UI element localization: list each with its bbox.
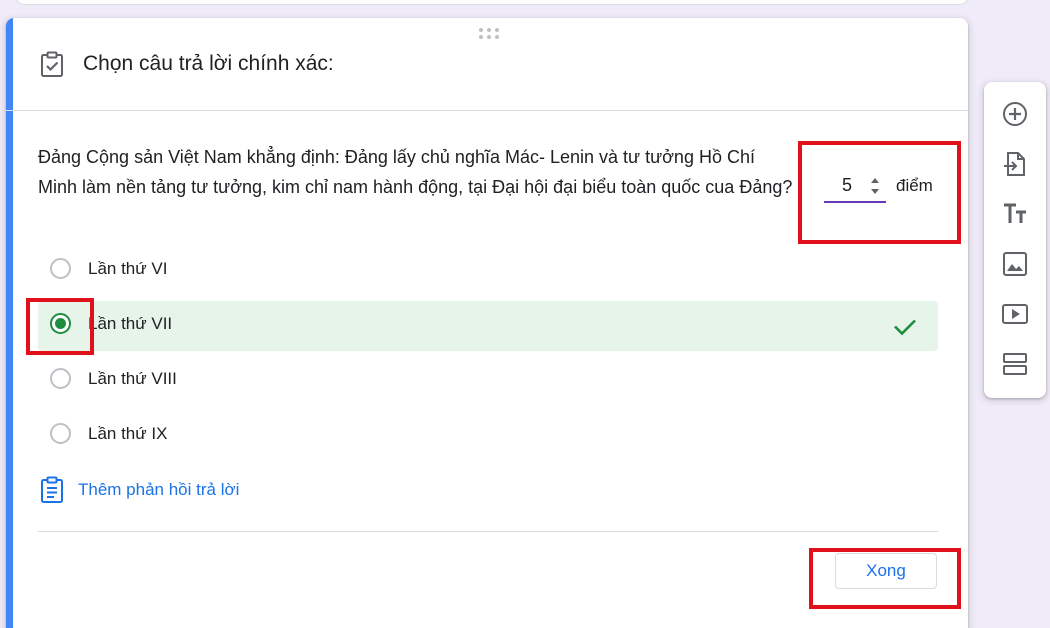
answer-option-correct[interactable]: Lần thứ VII: [38, 301, 938, 351]
import-questions-icon[interactable]: [1001, 150, 1029, 178]
add-section-icon[interactable]: [1001, 350, 1029, 378]
feedback-clipboard-icon: [41, 476, 63, 503]
add-video-icon[interactable]: [1001, 300, 1029, 328]
answer-option[interactable]: Lần thứ VIII: [38, 356, 938, 406]
points-input[interactable]: 5: [824, 171, 886, 203]
feedback-link-label: Thêm phản hồi trả lời: [78, 480, 240, 499]
points-unit-label: điểm: [896, 176, 933, 195]
radio-button[interactable]: [50, 368, 71, 389]
floating-toolbar: [984, 82, 1046, 398]
answer-key-header: Chọn câu trả lời chính xác:: [6, 18, 968, 111]
footer-divider: [38, 531, 938, 532]
points-field: 5 điểm: [824, 171, 944, 221]
assignment-check-icon: [41, 51, 63, 77]
question-card[interactable]: Chọn câu trả lời chính xác: Đảng Cộng sả…: [6, 18, 968, 628]
done-button[interactable]: Xong: [835, 553, 937, 589]
radio-button[interactable]: [50, 423, 71, 444]
option-label: Lần thứ VII: [88, 314, 173, 333]
previous-question-card: [16, 0, 968, 5]
option-label: Lần thứ IX: [88, 424, 168, 443]
add-title-icon[interactable]: [1001, 200, 1029, 228]
answer-key-title: Chọn câu trả lời chính xác:: [83, 52, 334, 75]
radio-button[interactable]: [50, 258, 71, 279]
option-label: Lần thứ VIII: [88, 369, 177, 388]
points-spinner-icon[interactable]: [868, 173, 882, 199]
answer-option[interactable]: Lần thứ IX: [38, 411, 938, 461]
question-text: Đảng Cộng sản Việt Nam khẳng định: Đảng …: [38, 147, 793, 197]
points-value: 5: [842, 175, 853, 195]
radio-button-selected[interactable]: [50, 313, 71, 334]
add-question-icon[interactable]: [1001, 100, 1029, 128]
checkmark-icon: [894, 319, 916, 336]
add-image-icon[interactable]: [1001, 250, 1029, 278]
option-label: Lần thứ VI: [88, 259, 168, 278]
answer-option[interactable]: Lần thứ VI: [38, 246, 938, 296]
